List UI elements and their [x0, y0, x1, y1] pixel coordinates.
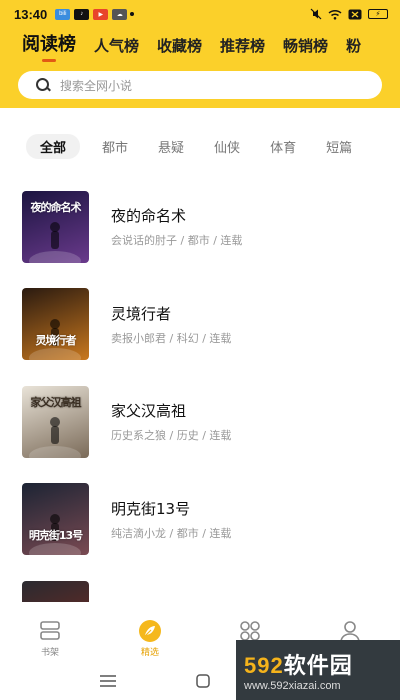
book-cover-image: 家父汉高祖	[22, 385, 89, 458]
rank-tab-2[interactable]: 收藏榜	[157, 35, 202, 64]
category-icon	[238, 619, 262, 643]
book-cover-image: 灵境行者	[22, 288, 89, 361]
cover-art	[29, 319, 81, 361]
book-list-item[interactable]: 不科学御兽	[0, 568, 400, 602]
tab-label: 精选	[140, 647, 159, 658]
sim-off-icon	[348, 9, 362, 19]
rank-tab-5[interactable]: 粉	[346, 35, 361, 64]
rank-tab-1[interactable]: 人气榜	[94, 35, 139, 64]
rank-tab-0[interactable]: 阅读榜	[22, 30, 76, 64]
book-cover-image	[22, 580, 89, 602]
watermark-title-text: 软件园	[283, 653, 353, 678]
status-time: 13:40	[14, 6, 48, 22]
book-title: 明克街13号	[111, 499, 191, 518]
status-bar: 13:40 bili ♪ ▶ ☁ ⚡	[0, 0, 400, 28]
tab-bookshelf[interactable]: 书架	[0, 614, 100, 662]
video-app-icon: ▶	[93, 8, 109, 20]
cover-title-text: 夜的命名术	[30, 200, 82, 214]
tab-label: 书架	[40, 647, 59, 658]
leaf-icon	[138, 619, 162, 643]
home-nav-icon[interactable]	[196, 674, 210, 688]
watermark-title: 592软件园	[244, 648, 400, 680]
book-meta: 卖报小郎君 / 科幻 / 连载	[111, 331, 232, 345]
genre-tab-0[interactable]: 全部	[26, 134, 81, 159]
battery-icon: ⚡	[368, 9, 388, 19]
search-icon	[34, 76, 52, 94]
book-title: 夜的命名术	[111, 207, 187, 226]
cover-title-text: 明克街13号	[28, 529, 83, 543]
genre-tab-4[interactable]: 体育	[270, 137, 296, 156]
profile-icon	[338, 619, 362, 643]
bookshelf-icon	[38, 619, 62, 643]
book-info: 家父汉高祖历史系之狼 / 历史 / 连载	[111, 400, 231, 443]
cloud-app-icon: ☁	[112, 8, 128, 20]
cover-title-text: 家父汉高祖	[30, 395, 82, 409]
genre-tab-1[interactable]: 都市	[102, 137, 128, 156]
rank-tab-3[interactable]: 推荐榜	[220, 35, 265, 64]
book-cover-image: 夜的命名术	[22, 190, 89, 263]
watermark: 592软件园 www.592xiazai.com	[236, 640, 400, 700]
genre-tab-3[interactable]: 仙侠	[214, 137, 240, 156]
book-list-item[interactable]: 明克街13号 明克街13号 纯洁滴小龙 / 都市 / 连载	[0, 471, 400, 569]
battery-charge-label: ⚡	[375, 10, 381, 18]
book-meta: 纯洁滴小龙 / 都市 / 连载	[111, 526, 232, 540]
book-list-item[interactable]: 夜的命名术 夜的命名术 会说话的肘子 / 都市 / 连载	[0, 178, 400, 276]
genre-tab-2[interactable]: 悬疑	[158, 137, 184, 156]
book-list-item[interactable]: 灵境行者 灵境行者 卖报小郎君 / 科幻 / 连载	[0, 276, 400, 374]
wifi-icon	[328, 9, 342, 20]
mute-icon	[310, 8, 322, 20]
book-title: 灵境行者	[111, 304, 172, 323]
notification-dot-icon	[130, 12, 135, 16]
menu-nav-icon[interactable]	[99, 675, 117, 687]
book-list: 夜的命名术 夜的命名术 会说话的肘子 / 都市 / 连载 灵境行者 灵境行者 卖报小郎君 …	[0, 178, 400, 602]
book-info: 灵境行者卖报小郎君 / 科幻 / 连载	[111, 303, 231, 346]
watermark-title-number: 592	[244, 653, 284, 678]
watermark-url: www.592xiazai.com	[244, 680, 341, 692]
tab-leaf[interactable]: 精选	[100, 614, 200, 662]
book-cover-image: 明克街13号	[22, 483, 89, 556]
book-meta: 会说话的肘子 / 都市 / 连载	[111, 234, 243, 248]
bili-app-icon: bili	[55, 8, 71, 20]
cover-art	[29, 514, 81, 556]
rank-tab-4[interactable]: 畅销榜	[283, 35, 328, 64]
header-bar: 13:40 bili ♪ ▶ ☁ ⚡ 阅读榜 人气榜 收藏榜 推荐榜 畅销榜粉 搜索全网小说	[0, 0, 400, 108]
book-list-item[interactable]: 家父汉高祖 家父汉高祖 历史系之狼 / 历史 / 连载	[0, 373, 400, 471]
cover-title-text: 灵境行者	[35, 334, 77, 348]
rank-tabs: 阅读榜 人气榜 收藏榜 推荐榜 畅销榜粉	[0, 28, 400, 64]
book-info: 夜的命名术会说话的肘子 / 都市 / 连载	[111, 205, 242, 248]
tiktok-app-icon: ♪	[74, 8, 90, 20]
status-app-icons: bili ♪ ▶ ☁	[55, 8, 128, 20]
search-input[interactable]: 搜索全网小说	[60, 77, 132, 94]
genre-tab-5[interactable]: 短篇	[326, 137, 352, 156]
book-meta: 历史系之狼 / 历史 / 连载	[111, 429, 232, 443]
book-title: 家父汉高祖	[111, 402, 187, 421]
genre-tabs: 全部 都市 悬疑 仙侠 体育 短篇	[26, 134, 400, 159]
cover-art	[22, 581, 89, 602]
search-bar[interactable]: 搜索全网小说	[18, 71, 382, 99]
book-info: 明克街13号纯洁滴小龙 / 都市 / 连载	[111, 498, 231, 541]
status-indicators: ⚡	[310, 8, 388, 20]
